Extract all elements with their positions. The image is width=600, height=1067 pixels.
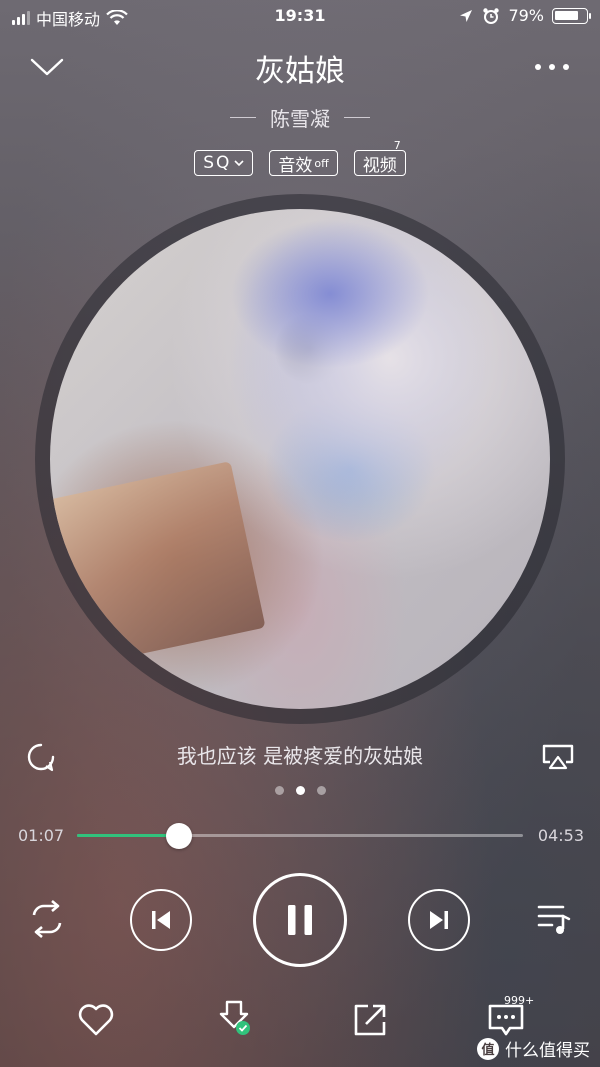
video-label: 视频 (362, 155, 397, 176)
cover-art-hair (230, 219, 430, 369)
sound-effect-button[interactable]: 音效 off (269, 150, 338, 176)
comment-count-badge: 999+ (504, 994, 535, 1007)
song-title: 灰姑娘 (255, 54, 345, 89)
pager-dot[interactable] (295, 786, 305, 795)
sound-effect-label: 音效 (278, 155, 313, 176)
quality-label: SQ (203, 153, 232, 173)
watermark-text: 什么值得买 (505, 1041, 590, 1061)
more-dots-icon[interactable] (534, 63, 570, 71)
progress-fill (77, 834, 179, 837)
repeat-icon[interactable] (26, 900, 68, 938)
current-time: 01:07 (18, 826, 65, 845)
album-cover[interactable] (50, 209, 550, 709)
sound-effect-state: off (314, 156, 329, 170)
battery-fill (555, 10, 578, 20)
airplay-icon[interactable] (540, 742, 576, 772)
heart-icon[interactable] (76, 1000, 116, 1040)
status-right: 79% (458, 6, 591, 25)
artist-name[interactable]: 陈雪凝 (270, 103, 330, 132)
current-lyric[interactable]: 我也应该 是被疼爱的灰姑娘 (0, 740, 600, 769)
artist-divider-right (344, 117, 370, 118)
share-icon[interactable] (350, 1000, 390, 1040)
next-track-icon (430, 911, 448, 929)
pager-dot[interactable] (274, 786, 284, 795)
previous-track-button[interactable] (130, 889, 192, 951)
artist-row: 陈雪凝 (0, 103, 600, 132)
artist-divider-left (230, 117, 256, 118)
pause-button[interactable] (253, 873, 347, 967)
battery-percent: 79% (508, 6, 544, 25)
tag-row: SQ 音效 off 视频 7 (0, 139, 600, 176)
download-done-icon[interactable] (214, 998, 254, 1038)
next-track-button[interactable] (408, 889, 470, 951)
battery-icon (552, 7, 591, 24)
playlist-icon[interactable] (536, 902, 572, 936)
pause-icon (288, 905, 312, 935)
alarm-clock-icon (483, 7, 500, 24)
location-arrow-icon (460, 9, 473, 22)
watermark-logo: 值 (477, 1037, 499, 1060)
pager-dot[interactable] (316, 786, 326, 795)
video-button[interactable]: 视频 7 (353, 139, 406, 176)
status-bar: 中国移动 19:31 79% (0, 0, 600, 34)
previous-track-icon (152, 911, 170, 929)
pager-dots (0, 786, 600, 795)
total-time: 04:53 (537, 826, 584, 845)
progress-thumb[interactable] (165, 823, 192, 849)
watermark: 值 什么值得买 (477, 1036, 590, 1061)
progress-track[interactable] (77, 834, 523, 837)
cover-art-book (50, 461, 266, 667)
chevron-down-small-icon (234, 160, 244, 167)
video-count: 7 (393, 139, 401, 152)
quality-button[interactable]: SQ (194, 150, 254, 176)
